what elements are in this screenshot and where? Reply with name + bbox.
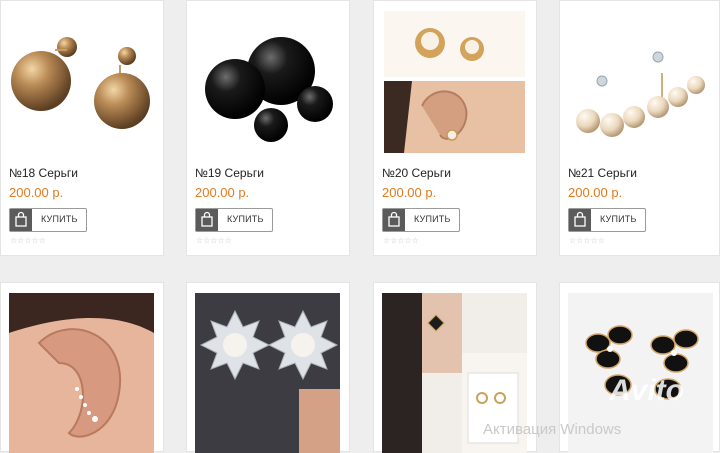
product-title[interactable]: №21 Серьги bbox=[568, 166, 637, 180]
rating-stars: ☆☆☆☆☆ bbox=[383, 236, 419, 245]
shopping-bag-icon bbox=[10, 209, 32, 231]
product-card bbox=[0, 282, 164, 453]
avito-watermark: Avito bbox=[609, 374, 684, 407]
product-card: №20 Серьги 200.00 р. КУПИТЬ ☆☆☆☆☆ bbox=[373, 0, 537, 256]
buy-button[interactable]: КУПИТЬ bbox=[568, 208, 646, 232]
product-card: №21 Серьги 200.00 р. КУПИТЬ ☆☆☆☆☆ bbox=[559, 0, 720, 256]
product-card: №18 Серьги 200.00 р. КУПИТЬ ☆☆☆☆☆ bbox=[0, 0, 164, 256]
buy-button[interactable]: КУПИТЬ bbox=[9, 208, 87, 232]
product-title[interactable]: №20 Серьги bbox=[382, 166, 451, 180]
product-card bbox=[186, 282, 350, 453]
rating-stars: ☆☆☆☆☆ bbox=[10, 236, 46, 245]
product-price: 200.00 р. bbox=[382, 185, 437, 200]
shopping-bag-icon bbox=[196, 209, 218, 231]
product-image[interactable] bbox=[195, 11, 340, 153]
buy-button[interactable]: КУПИТЬ bbox=[195, 208, 273, 232]
buy-button-label: КУПИТЬ bbox=[227, 214, 264, 224]
product-image[interactable] bbox=[568, 11, 713, 153]
buy-button[interactable]: КУПИТЬ bbox=[382, 208, 460, 232]
product-image[interactable] bbox=[195, 293, 340, 453]
shopping-bag-icon bbox=[383, 209, 405, 231]
product-price: 200.00 р. bbox=[195, 185, 250, 200]
rating-stars: ☆☆☆☆☆ bbox=[196, 236, 232, 245]
product-image[interactable] bbox=[9, 11, 154, 153]
product-card: №19 Серьги 200.00 р. КУПИТЬ ☆☆☆☆☆ bbox=[186, 0, 350, 256]
windows-activation-text: Активация Windows bbox=[483, 421, 622, 438]
product-image[interactable] bbox=[382, 11, 527, 153]
product-title[interactable]: №18 Серьги bbox=[9, 166, 78, 180]
buy-button-label: КУПИТЬ bbox=[600, 214, 637, 224]
rating-stars: ☆☆☆☆☆ bbox=[569, 236, 605, 245]
buy-button-label: КУПИТЬ bbox=[41, 214, 78, 224]
product-title[interactable]: №19 Серьги bbox=[195, 166, 264, 180]
product-image[interactable] bbox=[9, 293, 154, 453]
buy-button-label: КУПИТЬ bbox=[414, 214, 451, 224]
product-price: 200.00 р. bbox=[568, 185, 623, 200]
product-price: 200.00 р. bbox=[9, 185, 64, 200]
shopping-bag-icon bbox=[569, 209, 591, 231]
